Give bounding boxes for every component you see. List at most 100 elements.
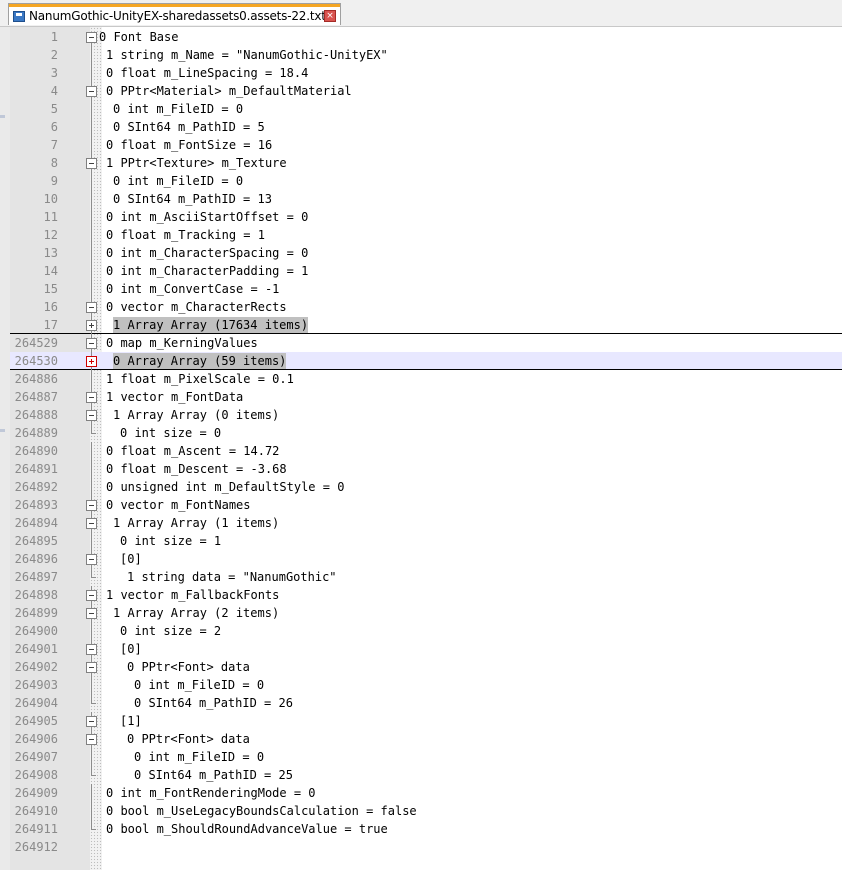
line-text: 0 SInt64 m_PathID = 13 — [113, 192, 272, 206]
editor-line[interactable]: 264901 [0] — [10, 640, 842, 658]
editor-line[interactable]: 264887 1 vector m_FontData — [10, 388, 842, 406]
fold-marker[interactable] — [86, 154, 97, 172]
editor-line[interactable]: 10 0 SInt64 m_PathID = 13 — [10, 190, 842, 208]
fold-marker[interactable] — [86, 82, 97, 100]
collapse-fold-icon[interactable] — [86, 608, 97, 619]
editor-line[interactable]: 264888 1 Array Array (0 items) — [10, 406, 842, 424]
editor-line[interactable]: 11 0 int m_AsciiStartOffset = 0 — [10, 208, 842, 226]
editor-line[interactable]: 264909 0 int m_FontRenderingMode = 0 — [10, 784, 842, 802]
collapse-fold-icon[interactable] — [86, 392, 97, 403]
editor-line[interactable]: 17 1 Array Array (17634 items) — [10, 316, 842, 334]
editor-line[interactable]: 3 0 float m_LineSpacing = 18.4 — [10, 64, 842, 82]
editor-line[interactable]: 264895 0 int size = 1 — [10, 532, 842, 550]
editor-line[interactable]: 6 0 SInt64 m_PathID = 5 — [10, 118, 842, 136]
editor-line[interactable]: 264896 [0] — [10, 550, 842, 568]
line-text: 0 int m_FileID = 0 — [113, 174, 244, 188]
editor-line[interactable]: 8 1 PPtr<Texture> m_Texture — [10, 154, 842, 172]
collapse-fold-icon[interactable] — [86, 338, 97, 349]
collapse-fold-icon[interactable] — [86, 302, 97, 313]
fold-marker[interactable] — [86, 640, 97, 658]
editor-line[interactable]: 264900 0 int size = 2 — [10, 622, 842, 640]
editor-line[interactable]: 4 0 PPtr<Material> m_DefaultMaterial — [10, 82, 842, 100]
editor-line[interactable]: 2 1 string m_Name = "NanumGothic-UnityEX" — [10, 46, 842, 64]
editor-line[interactable]: 264898 1 vector m_FallbackFonts — [10, 586, 842, 604]
fold-marker — [86, 262, 97, 280]
editor-line[interactable]: 264889 0 int size = 0 — [10, 424, 842, 442]
editor-line[interactable]: 264529 0 map m_KerningValues — [10, 334, 842, 352]
collapse-fold-icon[interactable] — [86, 518, 97, 529]
fold-marker[interactable] — [86, 496, 97, 514]
editor-line[interactable]: 14 0 int m_CharacterPadding = 1 — [10, 262, 842, 280]
editor-line[interactable]: 264904 0 SInt64 m_PathID = 26 — [10, 694, 842, 712]
editor-line[interactable]: 264890 0 float m_Ascent = 14.72 — [10, 442, 842, 460]
collapse-fold-icon[interactable] — [86, 86, 97, 97]
editor-line[interactable]: 264899 1 Array Array (2 items) — [10, 604, 842, 622]
fold-marker[interactable] — [86, 586, 97, 604]
line-number: 264911 — [14, 822, 58, 836]
editor-line[interactable]: 264530 0 Array Array (59 items) — [10, 352, 842, 370]
editor-line[interactable]: 264911 0 bool m_ShouldRoundAdvanceValue =… — [10, 820, 842, 838]
line-text: 0 bool m_ShouldRoundAdvanceValue = true — [106, 822, 388, 836]
editor-line[interactable]: 264892 0 unsigned int m_DefaultStyle = 0 — [10, 478, 842, 496]
collapse-fold-icon[interactable] — [86, 734, 97, 745]
fold-marker — [86, 748, 97, 766]
editor-line[interactable]: 264893 0 vector m_FontNames — [10, 496, 842, 514]
line-number: 264890 — [14, 444, 58, 458]
fold-marker[interactable] — [86, 406, 97, 424]
fold-marker[interactable] — [86, 28, 97, 46]
collapse-fold-icon[interactable] — [86, 716, 97, 727]
fold-marker[interactable] — [86, 316, 97, 334]
expand-fold-icon[interactable] — [86, 356, 97, 367]
editor-line[interactable]: 264910 0 bool m_UseLegacyBoundsCalculatio… — [10, 802, 842, 820]
editor-line[interactable]: 13 0 int m_CharacterSpacing = 0 — [10, 244, 842, 262]
fold-marker[interactable] — [86, 658, 97, 676]
editor-line[interactable]: 264886 1 float m_PixelScale = 0.1 — [10, 370, 842, 388]
editor-line[interactable]: 264912 — [10, 838, 842, 856]
line-number: 12 — [43, 228, 58, 242]
editor-line[interactable]: 264894 1 Array Array (1 items) — [10, 514, 842, 532]
fold-marker[interactable] — [86, 550, 97, 568]
line-number: 264530 — [14, 354, 58, 368]
editor-line[interactable]: 7 0 float m_FontSize = 16 — [10, 136, 842, 154]
line-text: [0] — [120, 642, 142, 656]
collapse-fold-icon[interactable] — [86, 500, 97, 511]
collapse-fold-icon[interactable] — [86, 158, 97, 169]
strip-marker — [0, 115, 5, 118]
line-text: 0 map m_KerningValues — [106, 336, 258, 350]
document-map-strip[interactable] — [0, 27, 10, 870]
editor-line[interactable]: 1 0 Font Base — [10, 28, 842, 46]
document-tab[interactable]: NanumGothic-UnityEX-sharedassets0.assets… — [8, 3, 341, 25]
fold-marker[interactable] — [86, 352, 97, 370]
editor-line[interactable]: 264891 0 float m_Descent = -3.68 — [10, 460, 842, 478]
fold-marker[interactable] — [86, 298, 97, 316]
editor-line[interactable]: 264897 1 string data = "NanumGothic" — [10, 568, 842, 586]
editor-line[interactable]: 9 0 int m_FileID = 0 — [10, 172, 842, 190]
editor-line[interactable]: 264908 0 SInt64 m_PathID = 25 — [10, 766, 842, 784]
fold-marker[interactable] — [86, 604, 97, 622]
editor-line[interactable]: 15 0 int m_ConvertCase = -1 — [10, 280, 842, 298]
collapse-fold-icon[interactable] — [86, 32, 97, 43]
text-editor[interactable]: 1 0 Font Base 2 1 string m_Name = "NanumGot… — [10, 27, 842, 870]
collapse-fold-icon[interactable] — [86, 554, 97, 565]
editor-line[interactable]: 16 0 vector m_CharacterRects — [10, 298, 842, 316]
collapse-fold-icon[interactable] — [86, 410, 97, 421]
editor-line[interactable]: 12 0 float m_Tracking = 1 — [10, 226, 842, 244]
close-tab-icon[interactable]: × — [324, 10, 336, 22]
editor-line[interactable]: 264907 0 int m_FileID = 0 — [10, 748, 842, 766]
fold-marker[interactable] — [86, 388, 97, 406]
editor-line[interactable]: 264906 0 PPtr<Font> data — [10, 730, 842, 748]
editor-line[interactable]: 264905 [1] — [10, 712, 842, 730]
expand-fold-icon[interactable] — [86, 320, 97, 331]
editor-line[interactable]: 5 0 int m_FileID = 0 — [10, 100, 842, 118]
editor-line[interactable]: 264903 0 int m_FileID = 0 — [10, 676, 842, 694]
editor-line[interactable]: 264902 0 PPtr<Font> data — [10, 658, 842, 676]
line-number: 264906 — [14, 732, 58, 746]
fold-marker[interactable] — [86, 334, 97, 352]
fold-marker[interactable] — [86, 712, 97, 730]
collapse-fold-icon[interactable] — [86, 644, 97, 655]
fold-marker[interactable] — [86, 514, 97, 532]
fold-marker[interactable] — [86, 730, 97, 748]
collapse-fold-icon[interactable] — [86, 662, 97, 673]
collapse-fold-icon[interactable] — [86, 590, 97, 601]
line-number: 264902 — [14, 660, 58, 674]
